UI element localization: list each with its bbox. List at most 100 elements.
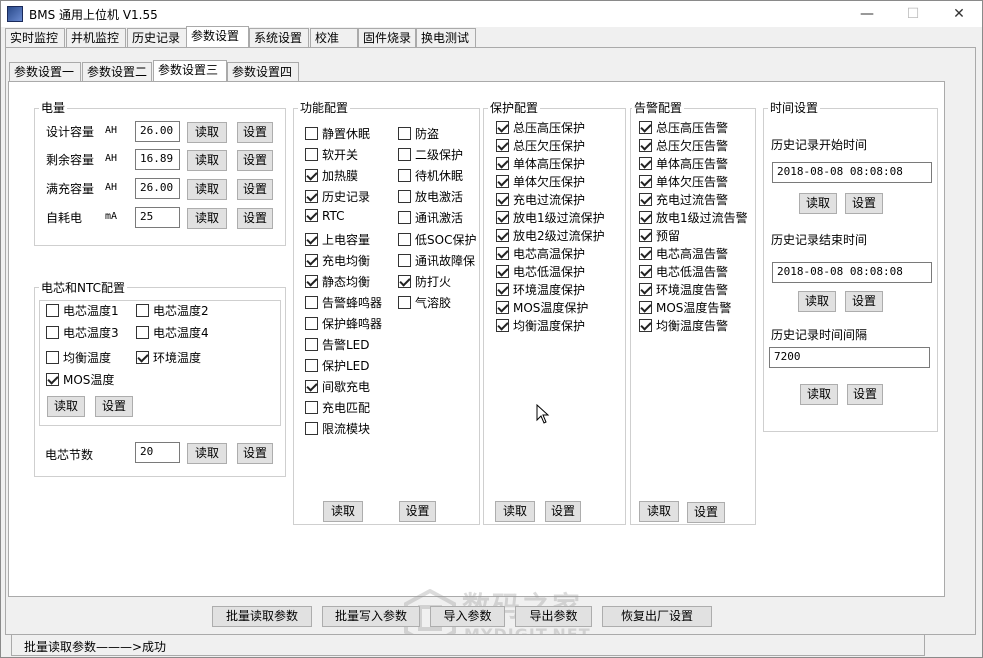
history-end-set-button[interactable]: 设置 bbox=[845, 291, 883, 312]
function-checkbox[interactable]: 低SOC保护 bbox=[398, 231, 476, 247]
function-checkbox[interactable]: 充电均衡 bbox=[305, 252, 370, 268]
capacity-input[interactable]: 26.00 bbox=[135, 178, 180, 199]
checkbox-icon[interactable] bbox=[639, 319, 652, 332]
checkbox-icon[interactable] bbox=[305, 317, 318, 330]
checkbox-icon[interactable] bbox=[46, 351, 59, 364]
checkbox-icon[interactable] bbox=[305, 296, 318, 309]
checkbox-icon[interactable] bbox=[496, 247, 509, 260]
subtab-params-2[interactable]: 参数设置二 bbox=[82, 62, 152, 82]
checkbox-icon[interactable] bbox=[496, 193, 509, 206]
alarm-checkbox[interactable]: 预留 bbox=[639, 227, 680, 243]
capacity-read-button[interactable]: 读取 bbox=[187, 208, 227, 229]
alarm-checkbox[interactable]: 放电1级过流告警 bbox=[639, 209, 748, 225]
history-start-set-button[interactable]: 设置 bbox=[845, 193, 883, 214]
function-checkbox[interactable]: 防盗 bbox=[398, 125, 439, 141]
alarm-checkbox[interactable]: 均衡温度告警 bbox=[639, 317, 728, 333]
capacity-set-button[interactable]: 设置 bbox=[237, 208, 273, 229]
checkbox-icon[interactable] bbox=[398, 254, 411, 267]
function-checkbox[interactable]: 气溶胶 bbox=[398, 294, 451, 310]
function-checkbox[interactable]: RTC bbox=[305, 209, 344, 225]
checkbox-icon[interactable] bbox=[639, 283, 652, 296]
ntc-checkbox[interactable]: 电芯温度2 bbox=[136, 302, 209, 318]
checkbox-icon[interactable] bbox=[46, 326, 59, 339]
checkbox-icon[interactable] bbox=[496, 319, 509, 332]
function-checkbox[interactable]: 告警LED bbox=[305, 336, 370, 352]
checkbox-icon[interactable] bbox=[398, 190, 411, 203]
history-start-input[interactable]: 2018-08-08 08:08:08 bbox=[772, 162, 932, 183]
checkbox-icon[interactable] bbox=[398, 296, 411, 309]
checkbox-icon[interactable] bbox=[398, 275, 411, 288]
checkbox-icon[interactable] bbox=[305, 401, 318, 414]
capacity-input[interactable]: 16.89 bbox=[135, 149, 180, 170]
ntc-checkbox[interactable]: 均衡温度 bbox=[46, 349, 111, 365]
export-params-button[interactable]: 导出参数 bbox=[515, 606, 592, 627]
function-checkbox[interactable]: 间歇充电 bbox=[305, 378, 370, 394]
protect-checkbox[interactable]: 单体欠压保护 bbox=[496, 173, 585, 189]
tab-firmware[interactable]: 固件烧录 bbox=[358, 28, 416, 48]
checkbox-icon[interactable] bbox=[305, 190, 318, 203]
alarm-checkbox[interactable]: 电芯高温告警 bbox=[639, 245, 728, 261]
function-checkbox[interactable]: 保护LED bbox=[305, 357, 370, 373]
checkbox-icon[interactable] bbox=[398, 211, 411, 224]
capacity-input[interactable]: 26.00 bbox=[135, 121, 180, 142]
checkbox-icon[interactable] bbox=[305, 359, 318, 372]
tab-swap-test[interactable]: 换电测试 bbox=[416, 28, 476, 48]
protect-checkbox[interactable]: MOS温度保护 bbox=[496, 299, 588, 315]
tab-realtime[interactable]: 实时监控 bbox=[5, 28, 65, 48]
checkbox-icon[interactable] bbox=[496, 175, 509, 188]
ntc-checkbox[interactable]: 电芯温度4 bbox=[136, 324, 209, 340]
checkbox-icon[interactable] bbox=[496, 283, 509, 296]
capacity-read-button[interactable]: 读取 bbox=[187, 122, 227, 143]
alarm-checkbox[interactable]: 电芯低温告警 bbox=[639, 263, 728, 279]
capacity-read-button[interactable]: 读取 bbox=[187, 150, 227, 171]
ntc-checkbox[interactable]: MOS温度 bbox=[46, 371, 114, 387]
checkbox-icon[interactable] bbox=[496, 265, 509, 278]
capacity-read-button[interactable]: 读取 bbox=[187, 179, 227, 200]
maximize-icon[interactable]: ☐ bbox=[890, 1, 936, 27]
capacity-input[interactable]: 25 bbox=[135, 207, 180, 228]
ntc-set-button[interactable]: 设置 bbox=[95, 396, 133, 417]
function-checkbox[interactable]: 防打火 bbox=[398, 273, 451, 289]
tab-parallel[interactable]: 并机监控 bbox=[66, 28, 126, 48]
checkbox-icon[interactable] bbox=[639, 157, 652, 170]
function-checkbox[interactable]: 告警蜂鸣器 bbox=[305, 294, 382, 310]
function-checkbox[interactable]: 充电匹配 bbox=[305, 399, 370, 415]
alarm-checkbox[interactable]: 总压欠压告警 bbox=[639, 137, 728, 153]
checkbox-icon[interactable] bbox=[639, 229, 652, 242]
checkbox-icon[interactable] bbox=[639, 175, 652, 188]
function-checkbox[interactable]: 通讯激活 bbox=[398, 209, 463, 225]
checkbox-icon[interactable] bbox=[496, 139, 509, 152]
protect-read-button[interactable]: 读取 bbox=[495, 501, 535, 522]
capacity-set-button[interactable]: 设置 bbox=[237, 150, 273, 171]
checkbox-icon[interactable] bbox=[496, 121, 509, 134]
protect-checkbox[interactable]: 放电1级过流保护 bbox=[496, 209, 605, 225]
function-checkbox[interactable]: 静态均衡 bbox=[305, 273, 370, 289]
function-checkbox[interactable]: 加热膜 bbox=[305, 167, 358, 183]
checkbox-icon[interactable] bbox=[639, 121, 652, 134]
subtab-params-4[interactable]: 参数设置四 bbox=[227, 62, 299, 82]
alarm-checkbox[interactable]: 充电过流告警 bbox=[639, 191, 728, 207]
protect-checkbox[interactable]: 总压欠压保护 bbox=[496, 137, 585, 153]
history-interval-input[interactable]: 7200 bbox=[769, 347, 930, 368]
checkbox-icon[interactable] bbox=[496, 211, 509, 224]
checkbox-icon[interactable] bbox=[639, 247, 652, 260]
cell-count-read-button[interactable]: 读取 bbox=[187, 443, 227, 464]
tab-history[interactable]: 历史记录 bbox=[127, 28, 187, 48]
alarm-set-button[interactable]: 设置 bbox=[687, 502, 725, 523]
cell-count-set-button[interactable]: 设置 bbox=[237, 443, 273, 464]
checkbox-icon[interactable] bbox=[398, 233, 411, 246]
capacity-set-button[interactable]: 设置 bbox=[237, 122, 273, 143]
checkbox-icon[interactable] bbox=[639, 139, 652, 152]
protect-checkbox[interactable]: 充电过流保护 bbox=[496, 191, 585, 207]
checkbox-icon[interactable] bbox=[639, 301, 652, 314]
checkbox-icon[interactable] bbox=[305, 233, 318, 246]
batch-write-button[interactable]: 批量写入参数 bbox=[322, 606, 420, 627]
checkbox-icon[interactable] bbox=[305, 254, 318, 267]
alarm-checkbox[interactable]: 单体欠压告警 bbox=[639, 173, 728, 189]
history-end-input[interactable]: 2018-08-08 08:08:08 bbox=[772, 262, 932, 283]
checkbox-icon[interactable] bbox=[305, 275, 318, 288]
subtab-params-1[interactable]: 参数设置一 bbox=[9, 62, 81, 82]
tab-params[interactable]: 参数设置 bbox=[186, 26, 249, 48]
function-checkbox[interactable]: 保护蜂鸣器 bbox=[305, 315, 382, 331]
function-checkbox[interactable]: 静置休眠 bbox=[305, 125, 370, 141]
